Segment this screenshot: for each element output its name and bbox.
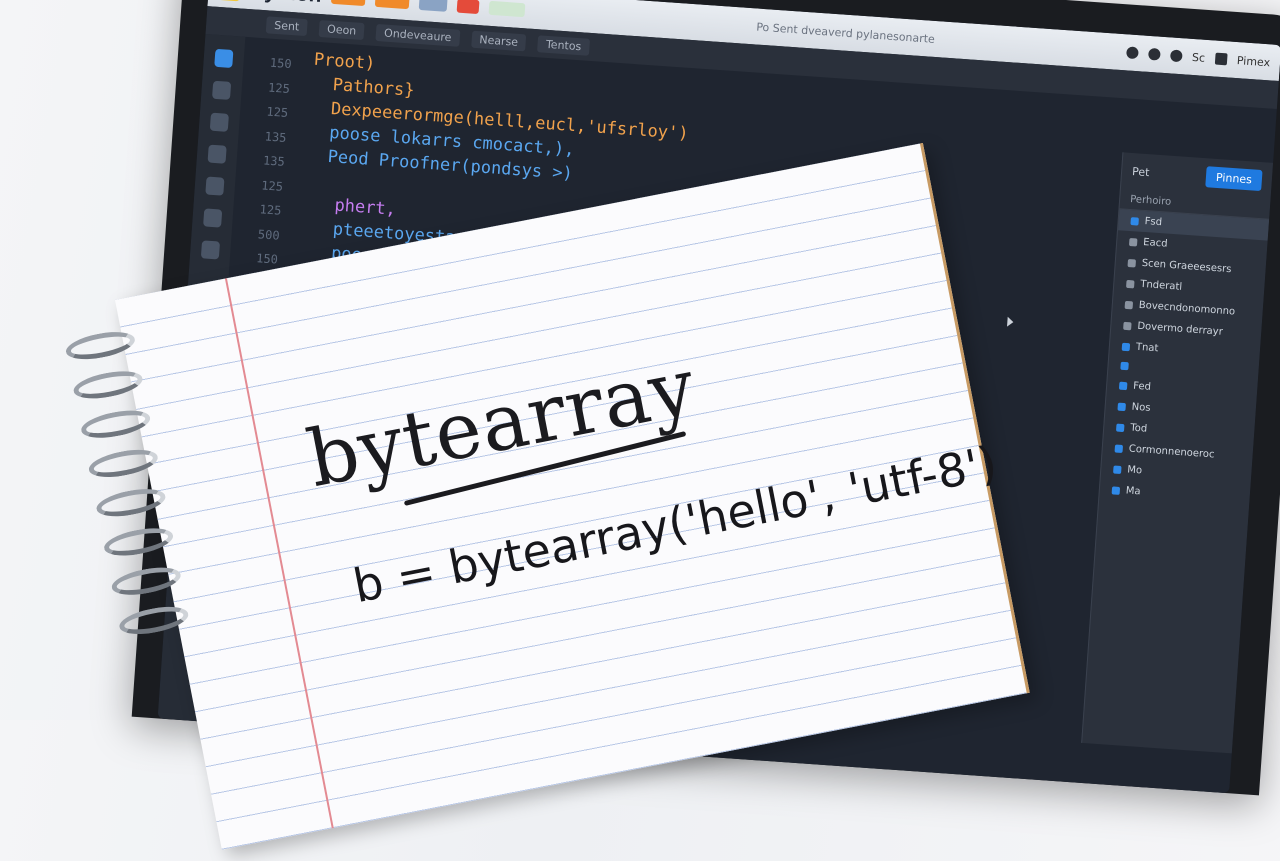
panel-header-label: Pet: [1131, 165, 1150, 180]
debug-icon[interactable]: [207, 144, 227, 164]
tree-item-label: Dovermo derrayr: [1136, 320, 1224, 338]
spiral-ring: [86, 444, 160, 482]
source-control-icon[interactable]: [209, 112, 229, 132]
file-icon: [1114, 444, 1124, 453]
github-icon[interactable]: [1125, 46, 1139, 60]
account-icon[interactable]: [200, 240, 221, 260]
search-icon[interactable]: [211, 80, 232, 100]
tree-item-label: Mo: [1126, 464, 1143, 477]
file-icon: [1120, 361, 1129, 371]
file-icon: [1124, 300, 1134, 309]
file-icon: [1118, 381, 1128, 390]
spiral-ring: [101, 523, 176, 561]
toolbar-chip-5[interactable]: Tentos: [537, 34, 590, 56]
line-number: 125: [266, 104, 289, 120]
spiral-ring: [79, 405, 153, 443]
tree-item-label: Bovecndonomonno: [1138, 299, 1236, 318]
tree-item-label: Scen Graeeesesrs: [1141, 257, 1232, 276]
explorer-panel: Pet Pinnes Perhoiro Fsd Eacd Scen Graeeese…: [1081, 152, 1274, 754]
toolbar-chip-4[interactable]: Nearse: [470, 30, 527, 51]
menu-item-debug[interactable]: [374, 0, 410, 10]
file-icon: [1116, 423, 1125, 432]
titlebar-label-user: Pimex: [1236, 53, 1271, 69]
tree-item-label: Tnat: [1135, 341, 1159, 355]
tree-item-label: Tnderatl: [1139, 278, 1183, 293]
line-number: 150: [255, 251, 279, 267]
file-icon: [1127, 258, 1137, 267]
file-icon: [1128, 237, 1138, 247]
explorer-icon[interactable]: [214, 48, 234, 68]
spiral-ring: [71, 366, 145, 404]
settings-gear-icon[interactable]: [203, 208, 223, 228]
toolbar-chip-2[interactable]: Oeon: [318, 19, 365, 40]
mouse-cursor-icon: [1007, 316, 1014, 328]
spiral-ring: [63, 327, 138, 365]
line-number: 150: [269, 55, 293, 72]
file-icon: [1111, 485, 1121, 495]
tree-item-label: Nos: [1131, 401, 1151, 414]
tree-item-label: Tod: [1129, 422, 1148, 435]
line-number: 135: [264, 128, 287, 145]
toolbar-chip-3[interactable]: Ondeveaure: [375, 23, 461, 47]
line-number: 125: [259, 202, 282, 218]
extensions-icon[interactable]: [205, 176, 225, 196]
line-number: 125: [267, 80, 291, 96]
settings-icon[interactable]: [1169, 49, 1183, 63]
file-icon: [1123, 321, 1132, 330]
file-tree: Fsd Eacd Scen Graeeesesrs Tnderatl Bovecndon…: [1099, 209, 1270, 510]
file-icon: [1121, 342, 1131, 351]
menu-item-run[interactable]: [331, 0, 366, 7]
tree-item-label: Cormonnenoeroc: [1128, 443, 1215, 461]
menu-item-stop[interactable]: [456, 0, 480, 15]
tree-item-label: Ma: [1125, 485, 1141, 498]
line-number: 135: [262, 153, 286, 169]
menu-item-status[interactable]: [488, 0, 526, 18]
panel-action-button[interactable]: Pinnes: [1205, 166, 1263, 192]
file-icon: [1126, 279, 1135, 288]
user-icon[interactable]: [1147, 47, 1161, 61]
menu-item-view[interactable]: [418, 0, 448, 12]
python-logo-icon: [217, 0, 242, 2]
file-icon: [1130, 216, 1139, 226]
line-number: 125: [260, 177, 284, 194]
window-icon[interactable]: [1214, 52, 1228, 66]
tree-item-label: Fed: [1132, 380, 1152, 393]
spiral-ring: [94, 484, 168, 522]
toolbar-chip-1[interactable]: Sent: [265, 15, 308, 36]
margin-line: [224, 278, 334, 829]
tree-item-label: Eacd: [1142, 236, 1168, 250]
file-icon: [1113, 464, 1122, 474]
app-title: Python: [250, 0, 323, 8]
line-number: 500: [257, 226, 281, 243]
file-icon: [1117, 402, 1127, 411]
tree-item-label: Fsd: [1144, 216, 1163, 229]
titlebar-label-sc: Sc: [1191, 50, 1206, 65]
